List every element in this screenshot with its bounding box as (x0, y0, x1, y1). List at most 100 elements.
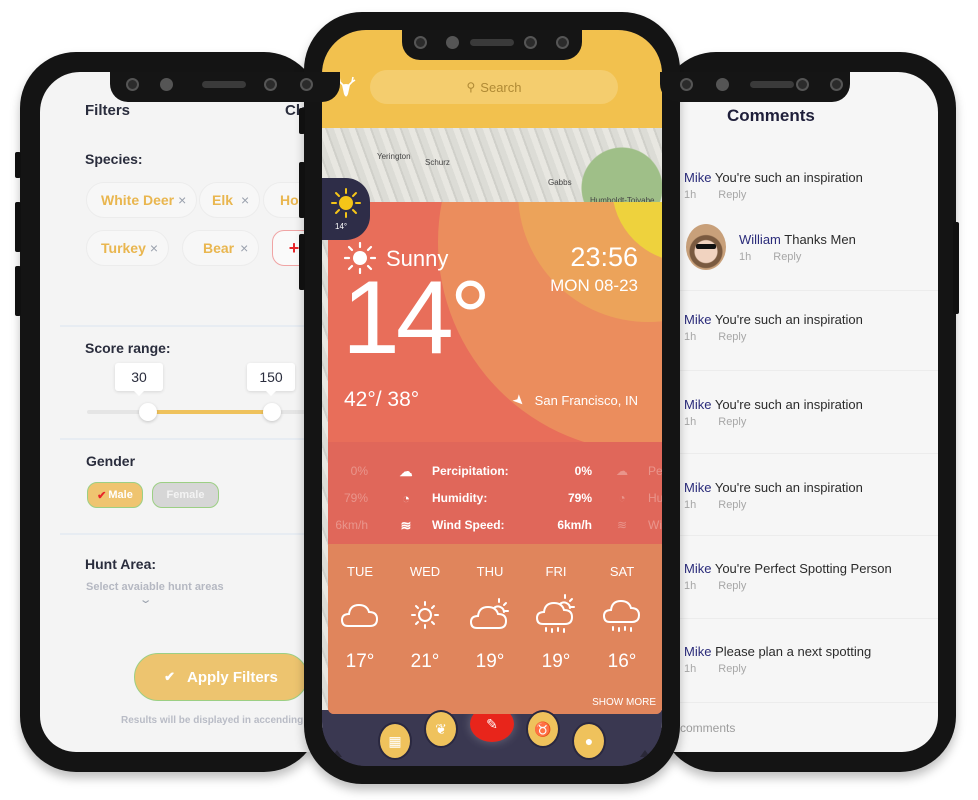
stat-label: Percipitation: (432, 464, 509, 478)
search-input[interactable]: ⚲ Search (370, 70, 618, 104)
gender-female-toggle[interactable]: Female (152, 482, 219, 508)
stat-humidity: 79% ◔ Humidity: 79% ◔ Hu (328, 491, 662, 511)
nav-map-download-button[interactable]: ▦ (378, 722, 412, 760)
ghost-value: 0% (350, 464, 368, 478)
chip-label: White Deer (101, 192, 175, 208)
forecast-day: WED 21° (395, 564, 455, 673)
forecast-day-label: WED (409, 564, 441, 579)
comment-author[interactable]: Mike (684, 644, 711, 659)
weather-badge[interactable]: 14° (322, 178, 370, 240)
forecast-temp: 19° (475, 651, 505, 672)
forecast-day: SAT 16° (592, 564, 652, 673)
gender-label: Gender (86, 453, 136, 469)
phone-notch (402, 30, 582, 60)
comment-text: You're such an inspiration (714, 480, 863, 495)
comments-count-link[interactable]: comments (680, 721, 735, 735)
divider (680, 290, 938, 291)
stat-value: 0% (574, 464, 592, 478)
apply-filters-button[interactable]: ✔ Apply Filters (134, 653, 308, 701)
filters-title: Filters (85, 102, 131, 119)
comment-time: 1h (684, 580, 697, 592)
species-chip-elk[interactable]: Elk × (199, 182, 261, 218)
forecast: TUE 17° WED 21° THU 19° FRI 19° SAT 16° … (328, 544, 662, 714)
comment-author[interactable]: Mike (684, 397, 711, 412)
hunt-area-select[interactable]: Select avaiable hunt areas (86, 581, 224, 593)
comments-title: Comments (727, 106, 815, 125)
deer-head-icon: ♉ (534, 720, 552, 737)
ghost-label: Pe (648, 464, 662, 478)
current-weather: Sunny 14° 42°/ 38° 23:56 MON 08-23 ➤ San… (328, 202, 662, 452)
weather-phone: ⚲ Search Yerington Schurz Gabbs Humboldt… (299, 12, 680, 784)
forecast-temp: 21° (410, 651, 440, 672)
species-chip-white-deer[interactable]: White Deer × (86, 182, 198, 218)
nav-deer-button[interactable]: ♉ (526, 710, 560, 748)
reply-link[interactable]: Reply (718, 499, 746, 511)
stat-label: Humidity: (432, 491, 488, 505)
apply-label: Apply Filters (187, 668, 278, 686)
score-min-bubble: 30 (115, 363, 163, 396)
reply-link[interactable]: Reply (718, 663, 746, 675)
nav-footprints-button[interactable]: ❦ (424, 710, 458, 748)
gender-male-toggle[interactable]: ✔ Male (87, 482, 143, 508)
search-icon: ⚲ (466, 80, 476, 94)
ghost-value: 79% (343, 491, 368, 505)
search-placeholder: Search (480, 79, 522, 95)
comment-item: William Thanks Men 1h Reply (739, 232, 938, 263)
remove-chip-icon[interactable]: × (178, 192, 186, 208)
chip-label: Bear (203, 240, 235, 256)
comment-time: 1h (684, 663, 697, 675)
score-max-handle[interactable] (263, 403, 281, 421)
check-icon: ✔ (164, 669, 176, 684)
reply-link[interactable]: Reply (718, 331, 746, 343)
stat-label: Wind Speed: (432, 518, 505, 532)
reply-link[interactable]: Reply (773, 251, 801, 263)
current-temperature: 14° (342, 260, 491, 376)
comment-item: Mike You're such an inspiration 1h Reply (684, 312, 934, 343)
score-range-slider[interactable] (87, 410, 340, 414)
species-chip-bear[interactable]: Bear × (182, 230, 260, 266)
phone-volume-up (15, 202, 21, 252)
show-more-button[interactable]: SHOW MORE (592, 697, 656, 708)
forecast-temp: 16° (607, 651, 637, 672)
location[interactable]: ➤ San Francisco, IN (509, 390, 638, 410)
phone-notch (660, 72, 850, 102)
score-max-bubble: 150 (247, 363, 295, 396)
remove-chip-icon[interactable]: × (241, 192, 249, 208)
cloud-icon (330, 591, 390, 639)
weather-stats: 0% ☁ Percipitation: 0% ☁ Pe 79% ◔ Humidi… (328, 442, 662, 544)
map-label: Gabbs (548, 178, 572, 187)
species-chip-turkey[interactable]: Turkey × (86, 230, 170, 266)
nav-profile-button[interactable]: ● (572, 722, 606, 760)
score-range-fill (147, 410, 265, 414)
comments-screen: Comments Mike You're such an inspiration… (660, 72, 938, 752)
divider (680, 453, 938, 454)
comment-item: Mike You're such an inspiration 1h Reply (684, 480, 934, 511)
avatar[interactable] (686, 224, 726, 270)
stat-wind: 6km/h ≋ Wind Speed: 6km/h ≋ Wi (328, 518, 662, 538)
comment-author[interactable]: Mike (684, 170, 711, 185)
chip-label: Turkey (101, 240, 146, 256)
comment-author[interactable]: Mike (684, 561, 711, 576)
divider (680, 618, 938, 619)
divider (60, 325, 340, 327)
remove-chip-icon[interactable]: × (240, 240, 248, 256)
ghost-label: Hu (648, 491, 662, 505)
results-note: Results will be displayed in accending o… (121, 715, 332, 726)
comment-author[interactable]: Mike (684, 480, 711, 495)
remove-chip-icon[interactable]: × (150, 240, 158, 256)
comment-author[interactable]: Mike (684, 312, 711, 327)
cloud-rain-icon (592, 591, 652, 639)
ghost-value: 6km/h (335, 518, 368, 532)
profile-icon: ● (584, 733, 594, 749)
chevron-down-icon[interactable]: ⌄ (139, 593, 153, 606)
comment-time: 1h (684, 499, 697, 511)
ghost-label: Wi (648, 518, 662, 532)
reply-link[interactable]: Reply (718, 189, 746, 201)
reply-link[interactable]: Reply (718, 580, 746, 592)
forecast-day-label: TUE (347, 564, 373, 579)
score-min-handle[interactable] (139, 403, 157, 421)
reply-link[interactable]: Reply (718, 416, 746, 428)
gender-label-text: Female (166, 489, 205, 501)
comment-author[interactable]: William (739, 232, 781, 247)
comment-time: 1h (739, 251, 752, 263)
